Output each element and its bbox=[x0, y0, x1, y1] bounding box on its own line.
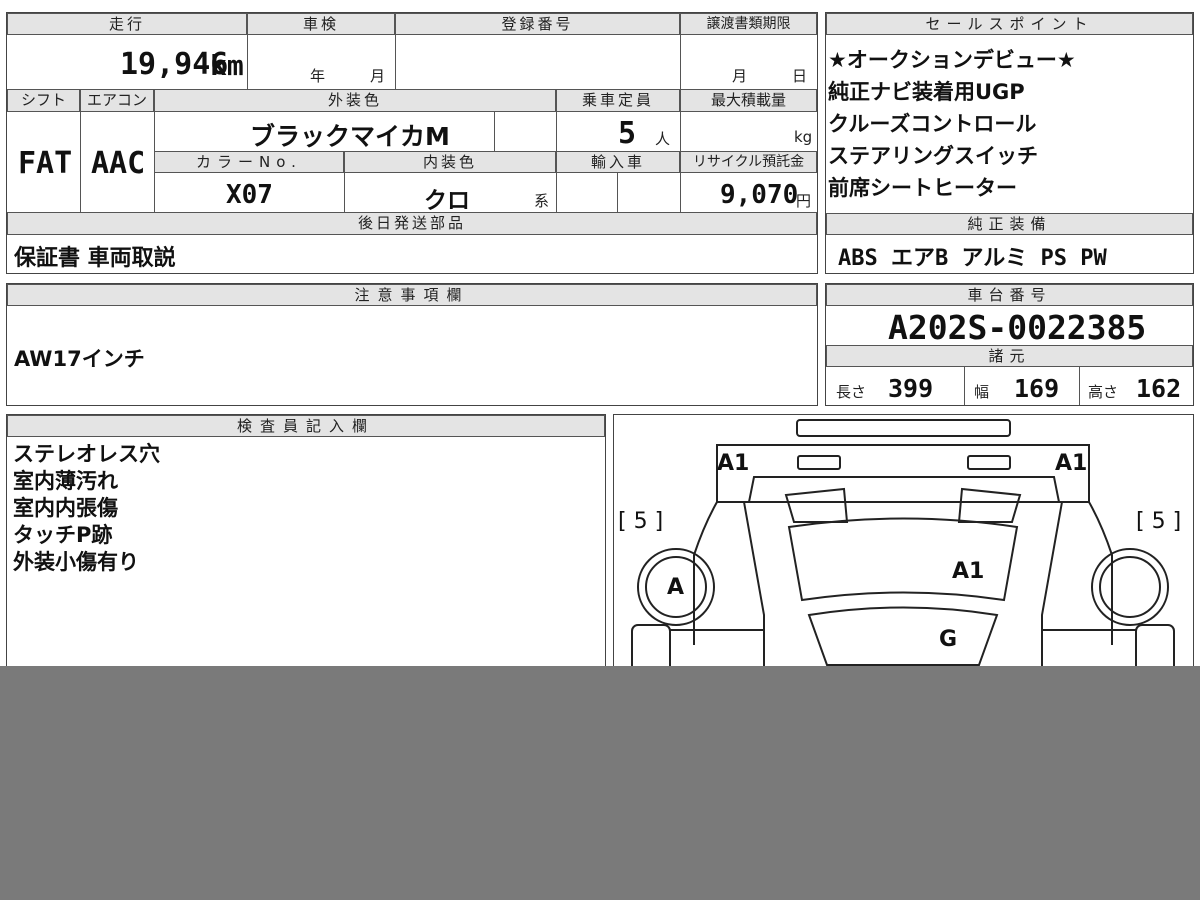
recycle-fee-unit: 円 bbox=[796, 192, 812, 210]
max-load-unit: kg bbox=[794, 128, 813, 146]
later-parts-header: 後日発送部品 bbox=[7, 212, 817, 235]
recycle-fee-value: 9,070 bbox=[720, 180, 799, 210]
list-item: ★オークションデビュー★ bbox=[828, 48, 1076, 72]
damage-mark-hood: A1 bbox=[952, 559, 985, 584]
inspection-month-unit: 月 bbox=[370, 67, 386, 85]
sales-points-list: ★オークションデビュー★ 純正ナビ装着用UGP クルーズコントロール ステアリン… bbox=[828, 44, 1076, 204]
list-item: 室内内張傷 bbox=[13, 496, 118, 520]
import-header: 輸入車 bbox=[556, 151, 680, 173]
chassis-number: A202S-0022385 bbox=[888, 308, 1147, 347]
inspector-remarks: ステレオレス穴 室内薄汚れ 室内内張傷 タッチP跡 外装小傷有り bbox=[13, 441, 160, 576]
aircon-value: AAC bbox=[91, 146, 146, 181]
height-label: 高さ bbox=[1088, 383, 1119, 401]
damage-mark-glass: G bbox=[939, 627, 958, 652]
length-value: 399 bbox=[888, 374, 934, 403]
tire-depth-right: [ 5 ] bbox=[1136, 509, 1182, 534]
notes-header: 注意事項欄 bbox=[7, 284, 817, 306]
list-item: ステレオレス穴 bbox=[13, 442, 160, 466]
sales-points-header: セールスポイント bbox=[826, 13, 1193, 35]
list-item: 前席シートヒーター bbox=[828, 176, 1017, 200]
tire-depth-left: [ 5 ] bbox=[618, 509, 664, 534]
height-value: 162 bbox=[1136, 374, 1182, 403]
mileage-unit: km bbox=[210, 49, 244, 82]
registration-header: 登録番号 bbox=[395, 13, 680, 35]
damage-mark-rear-left: A1 bbox=[717, 451, 750, 476]
interior-color-header: 内装色 bbox=[344, 151, 556, 173]
max-load-header: 最大積載量 bbox=[680, 89, 817, 112]
damage-mark-wheel: A bbox=[667, 575, 685, 600]
shift-value: FAT bbox=[18, 146, 73, 181]
list-item: 室内薄汚れ bbox=[13, 469, 118, 493]
mileage-header: 走行 bbox=[7, 13, 247, 35]
aircon-header: エアコン bbox=[80, 89, 154, 112]
interior-color-value: クロ bbox=[424, 188, 470, 214]
standard-equipment-value: ABS エアB アルミ PS PW bbox=[838, 246, 1107, 271]
redaction-overlay bbox=[0, 666, 1200, 900]
color-no-header: カラーNo. bbox=[154, 151, 344, 173]
chassis-header: 車台番号 bbox=[826, 284, 1193, 306]
list-item: 外装小傷有り bbox=[13, 550, 139, 574]
exterior-color-value: ブラックマイカM bbox=[250, 122, 450, 151]
transfer-deadline-header: 譲渡書類期限 bbox=[680, 13, 817, 35]
damage-mark-rear-right: A1 bbox=[1055, 451, 1088, 476]
recycle-fee-header: リサイクル預託金 bbox=[680, 151, 817, 173]
width-label: 幅 bbox=[974, 383, 990, 401]
inspection-header: 車検 bbox=[247, 13, 395, 35]
transfer-month-unit: 月 bbox=[732, 67, 748, 85]
capacity-value: 5 bbox=[618, 116, 637, 151]
length-label: 長さ bbox=[836, 383, 867, 401]
list-item: タッチP跡 bbox=[13, 523, 113, 547]
later-parts-value: 保証書 車両取説 bbox=[14, 246, 176, 271]
width-value: 169 bbox=[1014, 374, 1060, 403]
standard-equipment-header: 純正装備 bbox=[826, 213, 1193, 235]
transfer-day-unit: 日 bbox=[792, 67, 808, 85]
notes-value: AW17インチ bbox=[14, 347, 145, 371]
capacity-header: 乗車定員 bbox=[556, 89, 680, 112]
inspector-header: 検査員記入欄 bbox=[7, 415, 605, 437]
inspection-year-unit: 年 bbox=[310, 67, 326, 85]
list-item: ステアリングスイッチ bbox=[828, 144, 1038, 168]
shift-header: シフト bbox=[7, 89, 80, 112]
list-item: 純正ナビ装着用UGP bbox=[828, 80, 1025, 104]
exterior-color-header: 外装色 bbox=[154, 89, 556, 112]
list-item: クルーズコントロール bbox=[828, 112, 1037, 136]
color-no-value: X07 bbox=[226, 180, 273, 210]
spec-header: 諸元 bbox=[826, 345, 1193, 367]
capacity-unit: 人 bbox=[655, 130, 671, 148]
interior-color-unit: 系 bbox=[534, 192, 550, 210]
